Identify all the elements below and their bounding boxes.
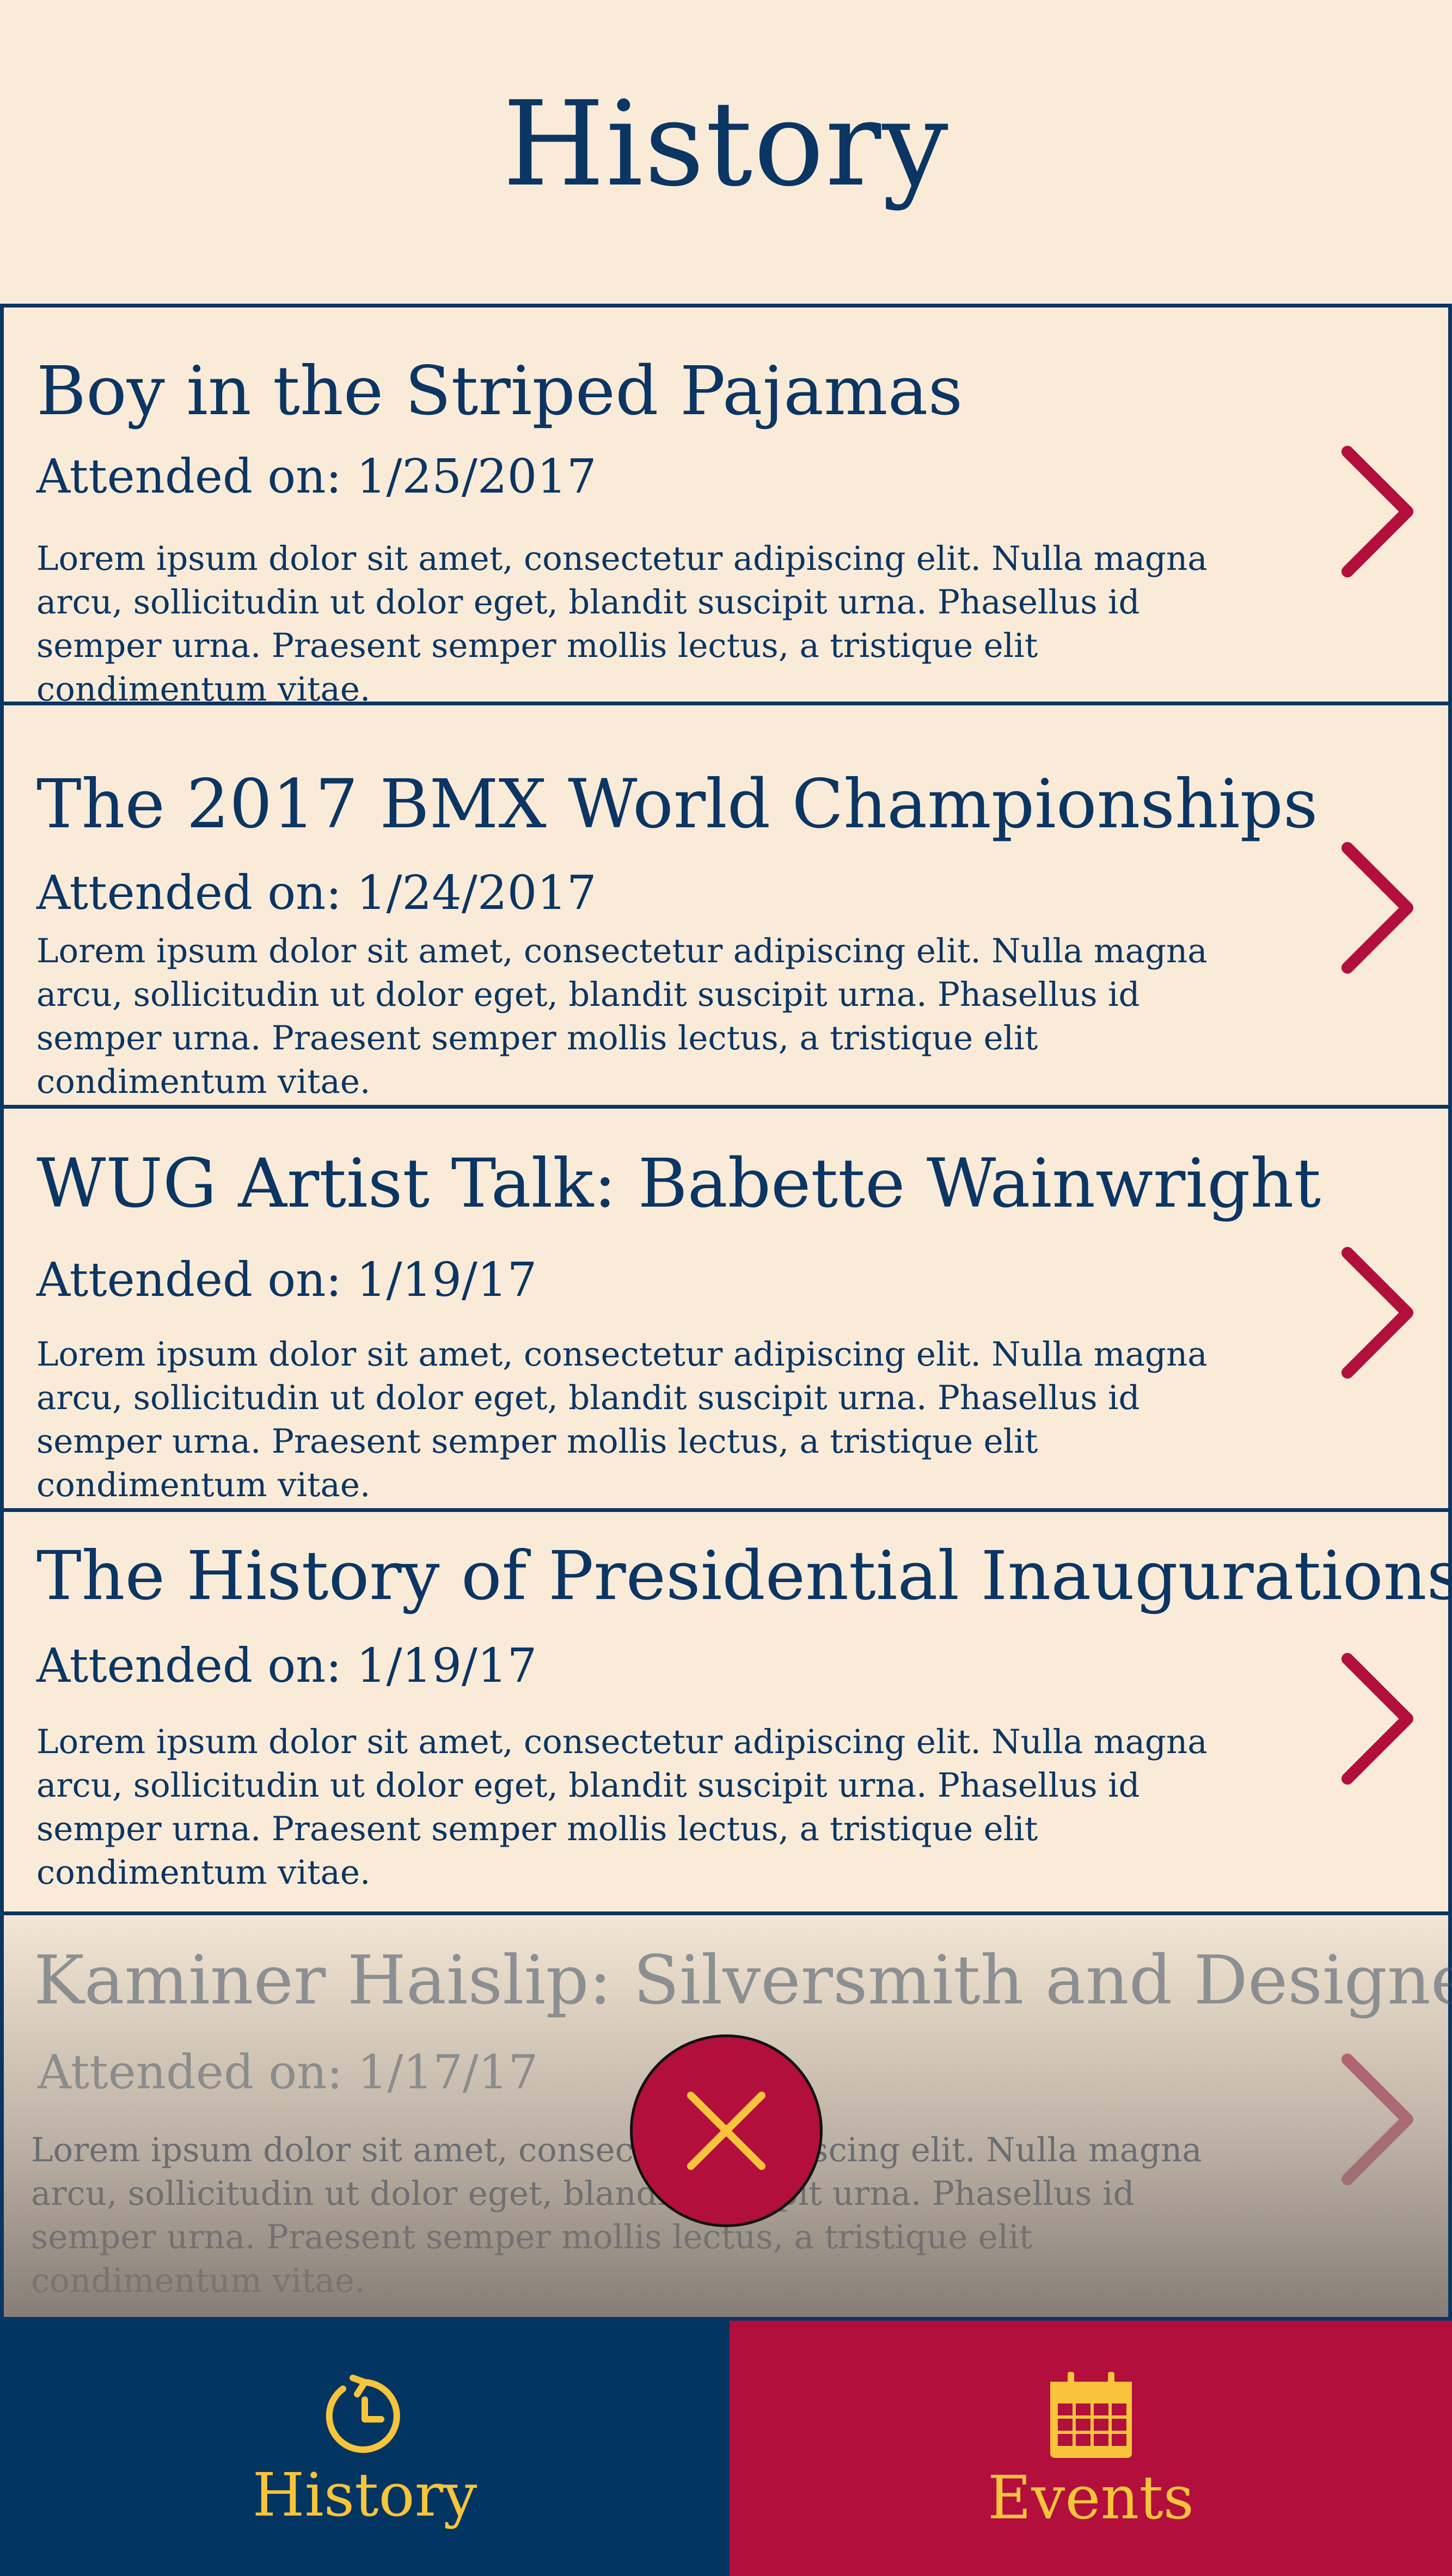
event-title: WUG Artist Talk: Babette Wainwright bbox=[36, 1145, 1321, 1223]
event-title: The History of Presidential Inauguration… bbox=[36, 1537, 1452, 1615]
chevron-right-icon[interactable] bbox=[1337, 1648, 1418, 1790]
history-card[interactable]: Boy in the Striped Pajamas Attended on: … bbox=[0, 304, 1452, 709]
chevron-right-icon[interactable] bbox=[1337, 441, 1418, 582]
calendar-icon bbox=[1050, 2371, 1132, 2458]
history-card[interactable]: The History of Presidential Inauguration… bbox=[0, 1508, 1452, 1915]
bottom-tab-bar: History Events bbox=[0, 2321, 1452, 2576]
chevron-right-icon[interactable] bbox=[1337, 2049, 1418, 2190]
event-date: Attended on: 1/19/17 bbox=[36, 1639, 537, 1693]
chevron-right-icon[interactable] bbox=[1337, 1242, 1418, 1384]
tab-events-label: Events bbox=[987, 2462, 1194, 2532]
event-title: Kaminer Haislip: Silversmith and Designe… bbox=[34, 1941, 1452, 2020]
tab-events[interactable]: Events bbox=[730, 2321, 1452, 2576]
event-description: Lorem ipsum dolor sit amet, consectetur … bbox=[36, 932, 1208, 1101]
tab-history[interactable]: History bbox=[0, 2321, 730, 2576]
history-card[interactable]: The 2017 BMX World Championships Attende… bbox=[0, 702, 1452, 1109]
event-description: Lorem ipsum dolor sit amet, consectetur … bbox=[36, 1723, 1208, 1892]
event-description: Lorem ipsum dolor sit amet, consectetur … bbox=[36, 1335, 1208, 1504]
event-date: Attended on: 1/24/2017 bbox=[36, 866, 597, 920]
event-date: Attended on: 1/17/17 bbox=[38, 2045, 538, 2100]
close-icon bbox=[687, 2092, 765, 2170]
page-header: History bbox=[0, 0, 1452, 304]
history-clock-icon bbox=[326, 2374, 400, 2453]
chevron-right-icon[interactable] bbox=[1337, 837, 1418, 979]
event-date: Attended on: 1/25/2017 bbox=[36, 450, 597, 504]
event-title: The 2017 BMX World Championships bbox=[36, 765, 1318, 844]
event-date: Attended on: 1/19/17 bbox=[36, 1253, 537, 1307]
tab-history-label: History bbox=[252, 2460, 477, 2530]
close-button[interactable] bbox=[630, 2034, 823, 2227]
event-description: Lorem ipsum dolor sit amet, consectetur … bbox=[36, 539, 1208, 709]
event-title: Boy in the Striped Pajamas bbox=[36, 352, 963, 431]
history-card[interactable]: WUG Artist Talk: Babette Wainwright Atte… bbox=[0, 1105, 1452, 1512]
page-title: History bbox=[503, 75, 949, 212]
